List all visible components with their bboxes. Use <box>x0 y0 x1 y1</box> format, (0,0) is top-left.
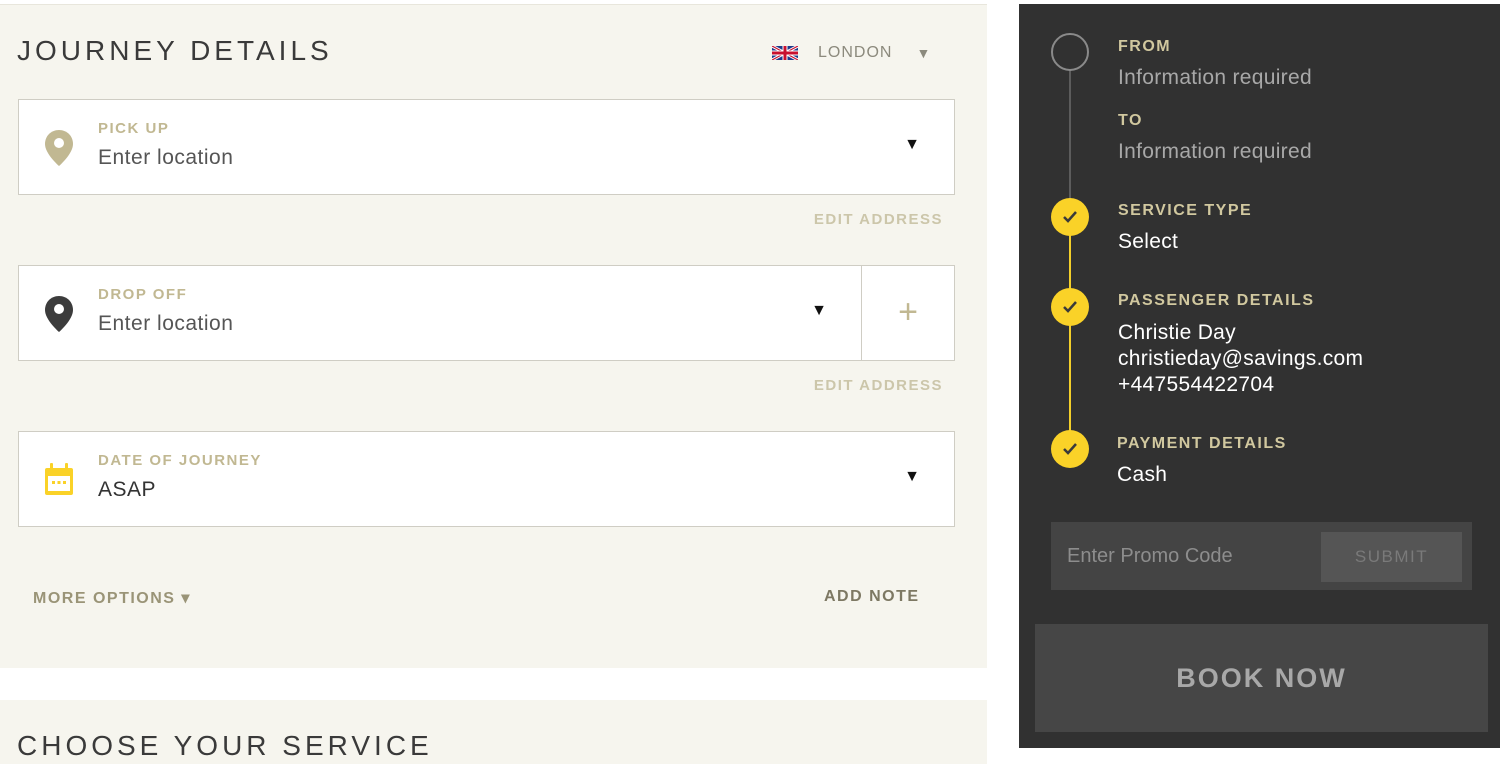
pickup-value[interactable]: Enter location <box>98 146 233 170</box>
add-note-link[interactable]: ADD NOTE <box>824 588 920 606</box>
journey-details-title: JOURNEY DETAILS <box>17 35 333 66</box>
service-type-value[interactable]: Select <box>1118 230 1178 254</box>
timeline-line-complete <box>1069 220 1071 450</box>
payment-value: Cash <box>1117 463 1168 486</box>
step-pending-circle-icon <box>1051 33 1089 71</box>
chevron-down-icon[interactable]: ▼ <box>904 468 920 486</box>
chevron-down-icon[interactable]: ▼ <box>811 302 827 320</box>
passenger-email: christieday@savings.com <box>1118 347 1364 370</box>
pickup-label: PICK UP <box>98 120 170 137</box>
more-options-link[interactable]: MORE OPTIONS ▾ <box>33 588 191 608</box>
location-pin-icon <box>43 128 75 168</box>
check-icon <box>1051 198 1089 236</box>
to-label: TO <box>1118 112 1143 129</box>
from-value: Information required <box>1118 66 1312 89</box>
date-label: DATE OF JOURNEY <box>98 452 262 469</box>
field-divider <box>861 266 862 360</box>
check-icon <box>1051 430 1089 468</box>
check-icon <box>1051 288 1089 326</box>
choose-service-title: CHOOSE YOUR SERVICE <box>17 730 433 761</box>
service-type-label: SERVICE TYPE <box>1118 202 1253 219</box>
passenger-phone: +447554422704 <box>1118 373 1275 396</box>
location-pin-icon <box>43 294 75 334</box>
city-caret-icon: ▼ <box>916 45 932 61</box>
chevron-down-icon[interactable]: ▼ <box>904 136 920 154</box>
dropoff-edit-address-link[interactable]: EDIT ADDRESS <box>814 377 943 394</box>
book-now-button[interactable]: BOOK NOW <box>1035 624 1488 732</box>
timeline-line-pending <box>1069 60 1071 220</box>
calendar-icon <box>43 460 75 500</box>
choose-service-panel: CHOOSE YOUR SERVICE <box>0 700 987 764</box>
passenger-name: Christie Day <box>1118 321 1236 344</box>
promo-code-input[interactable] <box>1067 534 1307 578</box>
promo-code-box: SUBMIT <box>1051 522 1472 590</box>
dropoff-value[interactable]: Enter location <box>98 312 233 336</box>
add-stop-button[interactable]: + <box>892 292 924 332</box>
city-selector[interactable]: LONDON ▼ <box>772 41 931 65</box>
booking-page: JOURNEY DETAILS LONDON ▼ PICK UP Enter l… <box>0 0 1500 764</box>
passenger-details-label: PASSENGER DETAILS <box>1118 292 1315 309</box>
dropoff-label: DROP OFF <box>98 286 188 303</box>
payment-details-label: PAYMENT DETAILS <box>1117 435 1287 452</box>
from-label: FROM <box>1118 38 1172 55</box>
journey-details-panel: JOURNEY DETAILS LONDON ▼ PICK UP Enter l… <box>0 4 987 668</box>
to-value: Information required <box>1118 140 1312 163</box>
dropoff-field[interactable]: DROP OFF Enter location ▼ + <box>18 265 955 361</box>
uk-flag-icon <box>772 46 798 60</box>
promo-submit-button[interactable]: SUBMIT <box>1321 532 1462 582</box>
city-label: LONDON <box>818 44 893 61</box>
date-value[interactable]: ASAP <box>98 478 156 502</box>
pickup-edit-address-link[interactable]: EDIT ADDRESS <box>814 211 943 228</box>
booking-summary-panel: FROM Information required TO Information… <box>1019 4 1500 748</box>
date-field[interactable]: DATE OF JOURNEY ASAP ▼ <box>18 431 955 527</box>
pickup-field[interactable]: PICK UP Enter location ▼ <box>18 99 955 195</box>
